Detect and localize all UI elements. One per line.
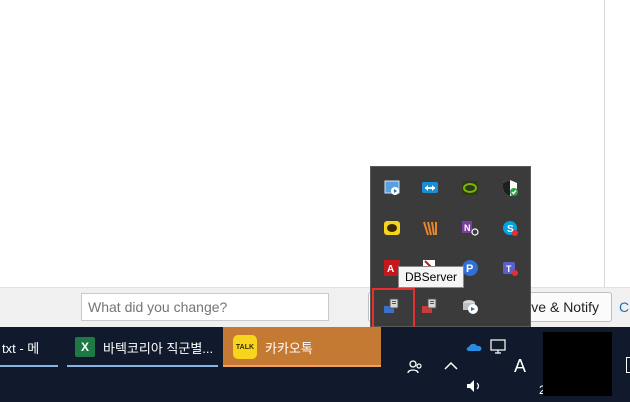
- commit-message-input[interactable]: [81, 293, 329, 321]
- kakao-chat-icon[interactable]: [382, 218, 402, 238]
- nvidia-icon[interactable]: [460, 178, 480, 198]
- taskbar-item-kakaotalk[interactable]: TALK 카카오톡: [223, 327, 381, 367]
- commit-bar: ve & Notify C: [0, 287, 630, 328]
- tray-tooltip: DBServer: [398, 266, 465, 288]
- chevron-up-icon[interactable]: [443, 359, 459, 377]
- vegas-icon[interactable]: [420, 218, 440, 238]
- content-divider: [604, 0, 605, 287]
- media-player-icon[interactable]: [382, 178, 402, 198]
- teamviewer-icon[interactable]: [420, 178, 440, 198]
- selected-icon-highlight: [372, 288, 415, 329]
- excel-icon: X: [75, 337, 95, 357]
- taskbar-item-excel[interactable]: X 바텍코리아 직군별...: [67, 327, 218, 367]
- onenote-clip-icon[interactable]: N: [460, 218, 480, 238]
- cancel-link[interactable]: C: [619, 299, 629, 315]
- volume-icon[interactable]: [466, 379, 484, 398]
- backup-icon[interactable]: [460, 296, 480, 316]
- teams-icon[interactable]: T: [500, 258, 520, 278]
- dbserver-alt-icon[interactable]: [420, 296, 440, 316]
- save-button-label: ve & Notify: [531, 299, 599, 315]
- network-icon[interactable]: [490, 339, 508, 360]
- svg-text:A: A: [387, 264, 394, 275]
- kakaotalk-icon-text: TALK: [235, 343, 255, 351]
- taskbar-item-underline: [0, 365, 58, 367]
- skype-icon[interactable]: S: [500, 218, 520, 238]
- taskbar-item-label: 바텍코리아 직군별...: [103, 340, 214, 356]
- main-content-area: [0, 0, 630, 287]
- kakaotalk-icon: TALK: [233, 335, 257, 359]
- redacted-area: [543, 332, 612, 396]
- people-icon[interactable]: [406, 358, 424, 381]
- taskbar-item-underline: [67, 365, 218, 367]
- svg-text:P: P: [466, 263, 473, 275]
- security-shield-icon[interactable]: [500, 178, 520, 198]
- notification-icon[interactable]: [626, 357, 630, 373]
- taskbar-item-label: 카카오톡: [265, 340, 313, 356]
- taskbar-item-label: txt - 메: [2, 340, 40, 356]
- taskbar-item-text-editor[interactable]: txt - 메: [0, 327, 58, 367]
- svg-text:T: T: [506, 264, 512, 274]
- taskbar-item-underline: [223, 365, 381, 367]
- taskbar: txt - 메 X 바텍코리아 직군별... TALK 카카오톡 A 2: [0, 327, 630, 402]
- ime-indicator[interactable]: A: [514, 356, 526, 377]
- onedrive-icon[interactable]: [466, 340, 484, 358]
- svg-text:N: N: [464, 223, 471, 233]
